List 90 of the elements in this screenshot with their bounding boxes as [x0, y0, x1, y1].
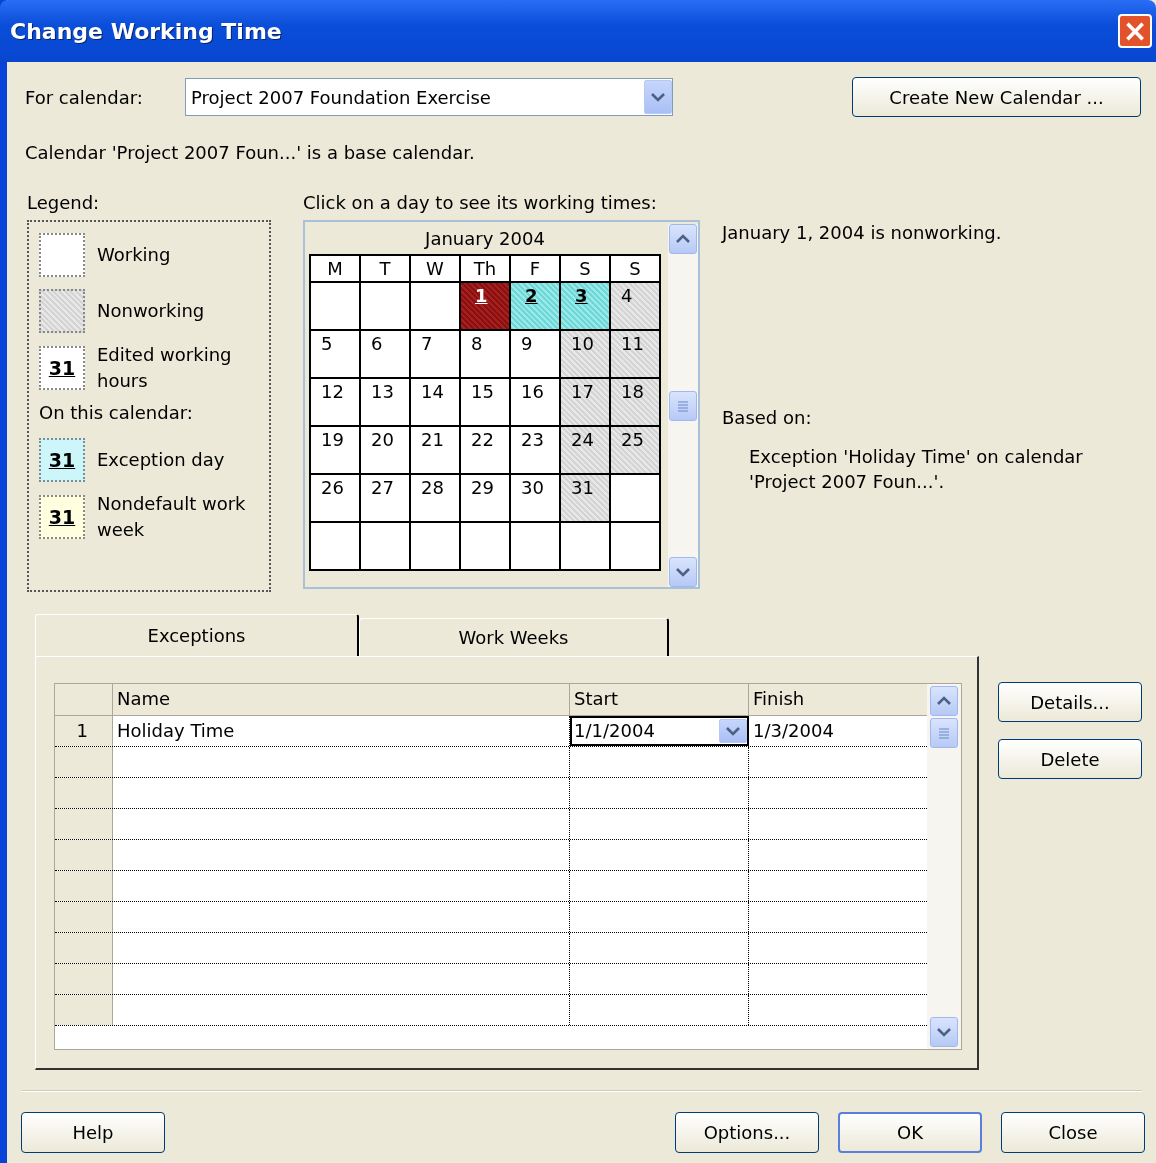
calendar-day[interactable]: 17	[561, 379, 611, 427]
weekday-header: Th	[461, 256, 511, 283]
legend-swatch: 31	[39, 346, 85, 390]
dialog-button[interactable]: Close	[1001, 1112, 1145, 1153]
tab[interactable]: Exceptions	[35, 614, 359, 656]
calendar-day[interactable]: 23	[511, 427, 561, 475]
calendar-dropdown[interactable]: Project 2007 Foundation Exercise	[185, 78, 673, 116]
help-button[interactable]: Help	[21, 1112, 165, 1153]
legend-subheading: On this calendar:	[39, 402, 194, 423]
legend-swatch	[39, 233, 85, 277]
legend-label: Legend:	[27, 192, 101, 215]
grip-icon	[937, 727, 951, 739]
window-title: Change Working Time	[10, 18, 282, 44]
weekday-header: M	[311, 256, 361, 283]
info-text: Calendar 'Project 2007 Foun...' is a base calendar.	[25, 142, 476, 165]
scroll-down-button[interactable]	[669, 557, 697, 587]
calendar-day[interactable]: 25	[611, 427, 661, 475]
calendar-day[interactable]: 21	[411, 427, 461, 475]
calendar-day[interactable]: 15	[461, 379, 511, 427]
table-cell-text: 1/3/2004	[752, 719, 835, 743]
calendar-day[interactable]: 7	[411, 331, 461, 379]
legend-swatch: 31	[39, 438, 85, 482]
calendar-day[interactable]: 12	[311, 379, 361, 427]
based-on-text: Exception 'Holiday Time' on calendar 'Project 2007 Foun...'.	[749, 445, 1084, 494]
scroll-thumb[interactable]	[669, 390, 697, 421]
calendar-day[interactable]: 10	[561, 331, 611, 379]
calendar-day[interactable]: 27	[361, 475, 411, 523]
calendar-day[interactable]: 19	[311, 427, 361, 475]
based-on-label: Based on:	[722, 407, 813, 428]
chevron-down-icon	[650, 90, 666, 104]
calendar-day[interactable]: 20	[361, 427, 411, 475]
scroll-up-button[interactable]	[930, 686, 958, 716]
legend-label: Exception day	[97, 448, 225, 472]
calendar-day[interactable]: 22	[461, 427, 511, 475]
dialog-button[interactable]: Options...	[675, 1112, 819, 1153]
weekday-header: W	[411, 256, 461, 283]
calendar-day[interactable]: 26	[311, 475, 361, 523]
calendar-prompt: Click on a day to see its working times:	[303, 192, 658, 215]
scrollbar[interactable]	[927, 684, 961, 1049]
calendar-day[interactable]: 11	[611, 331, 661, 379]
calendar-day[interactable]: 4	[611, 283, 661, 331]
column-header: Start	[570, 684, 749, 715]
chevron-down-icon	[675, 565, 691, 579]
close-button[interactable]: ×	[1118, 14, 1152, 48]
weekday-header: S	[561, 256, 611, 283]
legend-label: Nonworking	[97, 299, 205, 323]
calendar-day[interactable]: 2	[511, 283, 561, 331]
field-label: For calendar:	[25, 86, 144, 108]
table-action-button[interactable]: Delete	[998, 739, 1142, 779]
calendar-day[interactable]: 5	[311, 331, 361, 379]
day-status-text: January 1, 2004 is nonworking.	[722, 222, 1003, 245]
calendar-day[interactable]: 28	[411, 475, 461, 523]
calendar-day[interactable]: 31	[561, 475, 611, 523]
column-header: Finish	[752, 687, 806, 711]
dialog-button[interactable]: OK	[838, 1112, 982, 1153]
calendar-day[interactable]: 29	[461, 475, 511, 523]
calendar-day[interactable]: 6	[361, 331, 411, 379]
date-dropdown[interactable]: 1/1/2004	[570, 716, 749, 746]
chevron-down-icon	[725, 724, 741, 738]
legend-label: Edited working hours	[97, 343, 233, 393]
calendar-day[interactable]: 8	[461, 331, 511, 379]
column-header: Name	[113, 684, 570, 715]
legend-swatch: 31	[39, 495, 85, 539]
calendar-day[interactable]: 9	[511, 331, 561, 379]
calendar-day[interactable]: 30	[511, 475, 561, 523]
scroll-up-button[interactable]	[669, 224, 697, 254]
calendar-day[interactable]: 16	[511, 379, 561, 427]
legend-label: Working	[97, 243, 171, 267]
calendar-day[interactable]: 3	[561, 283, 611, 331]
scrollbar[interactable]	[668, 224, 698, 587]
calendar-day[interactable]: 18	[611, 379, 661, 427]
chevron-down-icon	[936, 1025, 952, 1039]
create-calendar-button[interactable]: Create New Calendar ...	[852, 77, 1141, 117]
table-cell: Holiday Time	[113, 716, 570, 746]
table-action-button[interactable]: Details...	[998, 682, 1142, 722]
legend-swatch	[39, 289, 85, 333]
scroll-down-button[interactable]	[930, 1017, 958, 1047]
calendar-day[interactable]: 13	[361, 379, 411, 427]
grip-icon	[676, 399, 690, 412]
weekday-header: T	[361, 256, 411, 283]
tab[interactable]: Work Weeks	[359, 618, 669, 656]
weekday-header: S	[611, 256, 661, 283]
month-title: January 2004	[423, 227, 546, 251]
row-number: 1	[55, 716, 113, 746]
calendar-day[interactable]: 24	[561, 427, 611, 475]
calendar-day[interactable]: 14	[411, 379, 461, 427]
calendar-day[interactable]: 1	[461, 283, 511, 331]
legend-label: Nondefault work week	[97, 492, 247, 542]
scroll-thumb[interactable]	[930, 718, 958, 748]
weekday-header: F	[511, 256, 561, 283]
